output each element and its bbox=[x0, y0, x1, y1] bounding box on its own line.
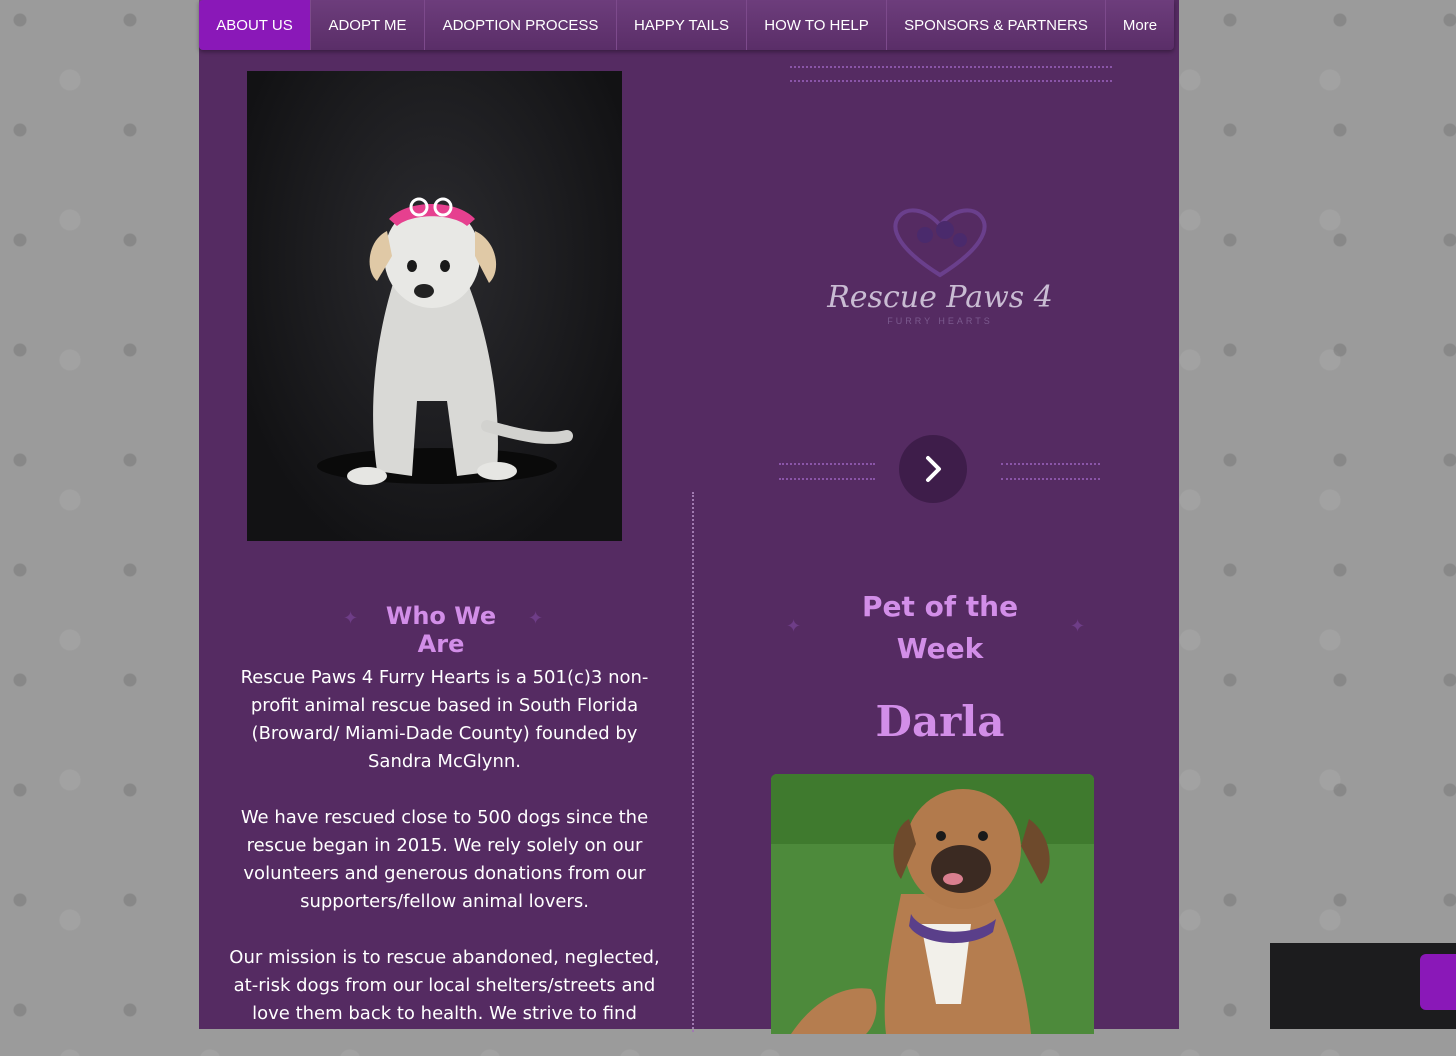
about-paragraph: Our mission is to rescue abandoned, negl… bbox=[229, 947, 660, 1024]
nav-item-sponsors-partners[interactable]: SPONSORS & PARTNERS bbox=[887, 0, 1106, 50]
about-paragraph: We have rescued close to 500 dogs since … bbox=[240, 807, 649, 912]
divider-right-2 bbox=[1001, 478, 1100, 480]
divider-top-2 bbox=[790, 80, 1112, 82]
nav-item-adopt-me[interactable]: ADOPT ME bbox=[311, 0, 425, 50]
pet-of-week-heading-line2: Week bbox=[896, 632, 984, 665]
chevron-right-icon bbox=[926, 456, 941, 482]
hero-dog-photo bbox=[247, 71, 622, 541]
divider-left-1 bbox=[779, 463, 875, 465]
divider-right-1 bbox=[1001, 463, 1100, 465]
sparkle-icon: ✦ bbox=[1070, 616, 1086, 637]
pet-of-week-photo[interactable] bbox=[771, 774, 1094, 1034]
logo-tagline: FURRY HEARTS bbox=[887, 316, 993, 326]
pet-of-week-heading-line1: Pet of the bbox=[861, 590, 1019, 623]
nav-item-about-us[interactable]: ABOUT US bbox=[199, 0, 311, 50]
pet-name: Darla bbox=[875, 697, 1005, 746]
column-divider bbox=[692, 492, 694, 1032]
logo-text: Rescue Paws 4 bbox=[827, 280, 1053, 315]
nav-item-adoption-process[interactable]: ADOPTION PROCESS bbox=[425, 0, 617, 50]
chat-widget-button[interactable] bbox=[1420, 954, 1456, 1010]
about-paragraph: Rescue Paws 4 Furry Hearts is a 501(c)3 … bbox=[240, 667, 649, 772]
about-body-text: Rescue Paws 4 Furry Hearts is a 501(c)3 … bbox=[222, 664, 667, 1056]
heart-paws-icon bbox=[893, 208, 987, 278]
main-nav: ABOUT US ADOPT ME ADOPTION PROCESS HAPPY… bbox=[199, 0, 1174, 50]
nav-item-more[interactable]: More bbox=[1106, 0, 1174, 50]
boxer-dog-illustration bbox=[771, 774, 1094, 1034]
sparkle-icon: ✦ bbox=[786, 616, 802, 637]
pet-of-week-heading: Pet of the Week bbox=[820, 586, 1060, 670]
divider-left-2 bbox=[779, 478, 875, 480]
site-logo[interactable]: Rescue Paws 4 FURRY HEARTS bbox=[820, 180, 1060, 410]
white-puppy-illustration bbox=[317, 197, 573, 485]
next-slide-button[interactable] bbox=[899, 435, 967, 503]
sparkle-icon: ✦ bbox=[528, 608, 544, 629]
nav-item-happy-tails[interactable]: HAPPY TAILS bbox=[617, 0, 747, 50]
who-we-are-heading: Who We Are bbox=[385, 602, 497, 658]
divider-top-1 bbox=[790, 66, 1112, 68]
nav-item-how-to-help[interactable]: HOW TO HELP bbox=[747, 0, 887, 50]
sparkle-icon: ✦ bbox=[343, 608, 359, 629]
